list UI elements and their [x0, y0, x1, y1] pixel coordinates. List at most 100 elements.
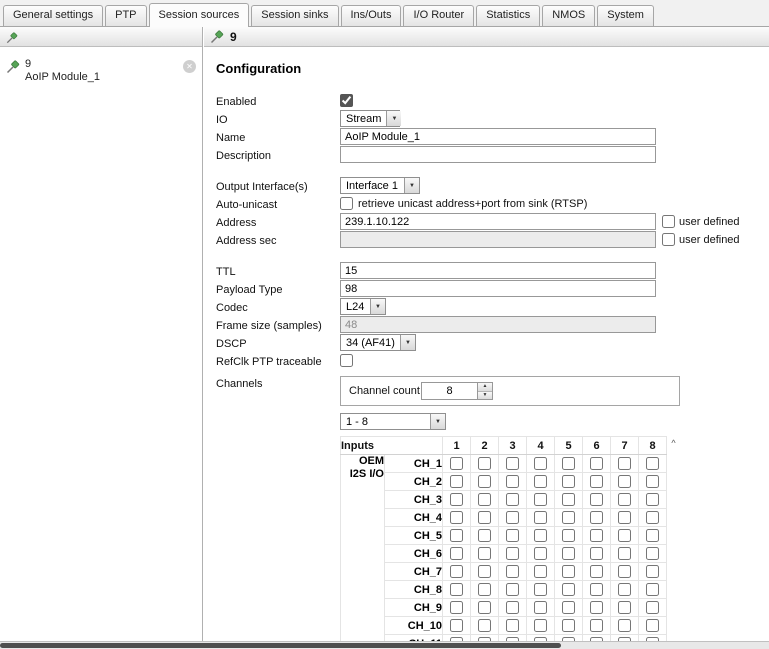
channel-matrix-checkbox[interactable] — [506, 457, 519, 470]
channel-matrix-checkbox[interactable] — [478, 529, 491, 542]
dscp-select[interactable]: 34 (AF41) ▼ — [340, 334, 416, 351]
channel-matrix-checkbox[interactable] — [534, 583, 547, 596]
channel-matrix-checkbox[interactable] — [562, 619, 575, 632]
channel-matrix-checkbox[interactable] — [506, 493, 519, 506]
address-user-defined-checkbox[interactable] — [662, 215, 675, 228]
tab-system[interactable]: System — [597, 5, 654, 26]
channel-matrix-checkbox[interactable] — [618, 493, 631, 506]
channel-matrix-checkbox[interactable] — [646, 601, 659, 614]
channel-matrix-checkbox[interactable] — [478, 547, 491, 560]
payload-type-input[interactable] — [340, 280, 656, 297]
tab-general-settings[interactable]: General settings — [3, 5, 103, 26]
horizontal-scrollbar-thumb[interactable] — [0, 643, 561, 648]
tab-ins-outs[interactable]: Ins/Outs — [341, 5, 402, 26]
ttl-input[interactable] — [340, 262, 656, 279]
channel-matrix-checkbox[interactable] — [534, 601, 547, 614]
channel-matrix-checkbox[interactable] — [562, 493, 575, 506]
channel-matrix-checkbox[interactable] — [562, 601, 575, 614]
channel-matrix-checkbox[interactable] — [534, 511, 547, 524]
horizontal-scrollbar[interactable] — [0, 641, 769, 649]
tab-i-o-router[interactable]: I/O Router — [403, 5, 474, 26]
channel-matrix-checkbox[interactable] — [618, 511, 631, 524]
channel-matrix-checkbox[interactable] — [590, 565, 603, 578]
channel-matrix-checkbox[interactable] — [618, 475, 631, 488]
channel-matrix-checkbox[interactable] — [450, 565, 463, 578]
channel-matrix-checkbox[interactable] — [534, 493, 547, 506]
address-sec-user-defined-checkbox[interactable] — [662, 233, 675, 246]
tab-session-sinks[interactable]: Session sinks — [251, 5, 338, 26]
spinner-down-icon[interactable]: ▼ — [478, 392, 492, 400]
channel-matrix-checkbox[interactable] — [590, 619, 603, 632]
channel-matrix-checkbox[interactable] — [534, 547, 547, 560]
channel-matrix-checkbox[interactable] — [506, 511, 519, 524]
channel-matrix-checkbox[interactable] — [562, 457, 575, 470]
channel-matrix-checkbox[interactable] — [646, 565, 659, 578]
tab-nmos[interactable]: NMOS — [542, 5, 595, 26]
channel-matrix-checkbox[interactable] — [450, 511, 463, 524]
channel-matrix-checkbox[interactable] — [618, 601, 631, 614]
channel-matrix-checkbox[interactable] — [562, 511, 575, 524]
channel-matrix-checkbox[interactable] — [478, 457, 491, 470]
channel-matrix-checkbox[interactable] — [450, 529, 463, 542]
channel-matrix-checkbox[interactable] — [646, 529, 659, 542]
channel-matrix-checkbox[interactable] — [534, 619, 547, 632]
channel-matrix-checkbox[interactable] — [478, 601, 491, 614]
channel-matrix-checkbox[interactable] — [506, 619, 519, 632]
address-input[interactable] — [340, 213, 656, 230]
channel-matrix-checkbox[interactable] — [478, 475, 491, 488]
channel-matrix-checkbox[interactable] — [590, 493, 603, 506]
auto-unicast-checkbox[interactable] — [340, 197, 353, 210]
channel-matrix-checkbox[interactable] — [534, 565, 547, 578]
channel-matrix-checkbox[interactable] — [534, 475, 547, 488]
channel-matrix-checkbox[interactable] — [450, 493, 463, 506]
description-input[interactable] — [340, 146, 656, 163]
channel-matrix-checkbox[interactable] — [506, 583, 519, 596]
channel-matrix-checkbox[interactable] — [618, 529, 631, 542]
channel-matrix-checkbox[interactable] — [618, 619, 631, 632]
channel-matrix-checkbox[interactable] — [534, 457, 547, 470]
channel-matrix-checkbox[interactable] — [506, 601, 519, 614]
channel-matrix-checkbox[interactable] — [450, 583, 463, 596]
channel-matrix-checkbox[interactable] — [618, 457, 631, 470]
channel-matrix-checkbox[interactable] — [646, 619, 659, 632]
channel-matrix-checkbox[interactable] — [646, 493, 659, 506]
channel-matrix-checkbox[interactable] — [478, 565, 491, 578]
channel-matrix-checkbox[interactable] — [450, 547, 463, 560]
channel-matrix-checkbox[interactable] — [646, 583, 659, 596]
channel-matrix-checkbox[interactable] — [506, 547, 519, 560]
channel-matrix-checkbox[interactable] — [646, 547, 659, 560]
channel-matrix-checkbox[interactable] — [450, 601, 463, 614]
channel-matrix-checkbox[interactable] — [618, 547, 631, 560]
channel-matrix-checkbox[interactable] — [590, 475, 603, 488]
channel-matrix-checkbox[interactable] — [562, 547, 575, 560]
channel-matrix-checkbox[interactable] — [506, 529, 519, 542]
remove-source-icon[interactable]: ✕ — [183, 60, 196, 73]
channel-matrix-checkbox[interactable] — [478, 619, 491, 632]
channel-matrix-checkbox[interactable] — [450, 475, 463, 488]
channel-matrix-checkbox[interactable] — [478, 511, 491, 524]
channel-matrix-checkbox[interactable] — [590, 457, 603, 470]
output-interface-select[interactable]: Interface 1 ▼ — [340, 177, 420, 194]
channel-matrix-checkbox[interactable] — [590, 511, 603, 524]
codec-select[interactable]: L24 ▼ — [340, 298, 386, 315]
channel-matrix-checkbox[interactable] — [646, 457, 659, 470]
channel-matrix-checkbox[interactable] — [450, 619, 463, 632]
channel-matrix-checkbox[interactable] — [646, 475, 659, 488]
channel-count-input[interactable] — [421, 382, 477, 400]
channel-matrix-checkbox[interactable] — [590, 547, 603, 560]
channel-matrix-checkbox[interactable] — [478, 493, 491, 506]
tab-session-sources[interactable]: Session sources — [149, 3, 250, 27]
channel-matrix-checkbox[interactable] — [450, 457, 463, 470]
channel-matrix-checkbox[interactable] — [618, 565, 631, 578]
channel-matrix-checkbox[interactable] — [646, 511, 659, 524]
channel-matrix-checkbox[interactable] — [590, 583, 603, 596]
enabled-checkbox[interactable] — [340, 94, 353, 107]
scroll-up-icon[interactable]: ^ — [667, 436, 680, 450]
tab-ptp[interactable]: PTP — [105, 5, 146, 26]
source-list-item[interactable]: 9 AoIP Module_1 ✕ — [0, 55, 202, 87]
matrix-scrollbar[interactable]: ^ — [667, 436, 680, 641]
name-input[interactable] — [340, 128, 656, 145]
channel-matrix-checkbox[interactable] — [562, 583, 575, 596]
channel-matrix-checkbox[interactable] — [534, 529, 547, 542]
channel-matrix-checkbox[interactable] — [478, 583, 491, 596]
